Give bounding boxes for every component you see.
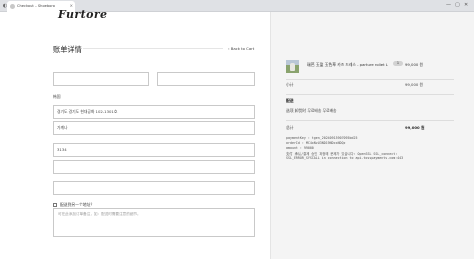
back-to-cart-link[interactable]: ‹ Back to Cart (228, 46, 254, 51)
address-line-2-field[interactable]: 가계나 (53, 121, 255, 135)
country-label: 韩国 (53, 94, 61, 99)
email-field[interactable] (53, 181, 255, 195)
payment-debug-line: paymentKey : tgen_20240915907095bd25 (286, 136, 358, 140)
total-label: 总计 (286, 125, 294, 130)
product-thumbnail (286, 60, 299, 73)
tab-favicon-icon (10, 4, 15, 9)
address-line-1-field[interactable]: 경기도 경기도 현대공화 102-1301호 (53, 105, 255, 119)
shipping-label: 配送 (286, 98, 294, 103)
heading-divider (83, 48, 223, 49)
summary-divider (286, 79, 454, 80)
summary-divider (286, 94, 454, 95)
site-logo[interactable]: Furtore (58, 8, 107, 21)
phone-field[interactable] (53, 160, 255, 174)
product-name: 瑞芭 玉盈 玉色草 카즈 드레스 - parture roliet L (307, 62, 388, 67)
subtotal-label: 小计 (286, 82, 294, 87)
payment-debug-line: orderId : MC4xNzU3ND19NDcxNDQz (286, 141, 346, 145)
address-line-2-value: 가계나 (57, 125, 68, 130)
product-price: 99,000 원 (405, 62, 423, 67)
shipping-method: 选项 卸货时 무료배송 무료배송 (286, 108, 337, 113)
postcode-field[interactable]: 3134 (53, 143, 255, 157)
quantity-badge: 1 (393, 61, 403, 66)
address-line-1-value: 경기도 경기도 현대공화 102-1301호 (57, 109, 118, 114)
first-name-field[interactable] (53, 72, 149, 86)
payment-error-line: SSL_ERROR_SYSCALL in connection to api.t… (286, 156, 404, 160)
total-value: 99,000 원 (405, 125, 425, 130)
order-notes-textarea[interactable]: 可在此添加订单备注，如：配送时需要注意的细节。 (53, 208, 255, 237)
maximize-icon[interactable]: ▢ (455, 2, 460, 8)
subtotal-value: 99,000 원 (405, 82, 423, 87)
minimize-icon[interactable]: — (446, 2, 451, 8)
billing-details-heading: 账单详情 (53, 45, 82, 54)
payment-debug-line: amount : 99000 (286, 146, 314, 150)
postcode-value: 3134 (57, 147, 67, 152)
ship-different-checkbox[interactable] (53, 203, 57, 207)
tab-title: Checkout – Shoeboro (17, 3, 55, 8)
order-notes-placeholder: 可在此添加订单备注，如：配送时需要注意的细节。 (58, 212, 141, 216)
summary-divider (286, 120, 454, 121)
close-window-icon[interactable]: ✕ (464, 2, 468, 8)
last-name-field[interactable] (157, 72, 255, 86)
